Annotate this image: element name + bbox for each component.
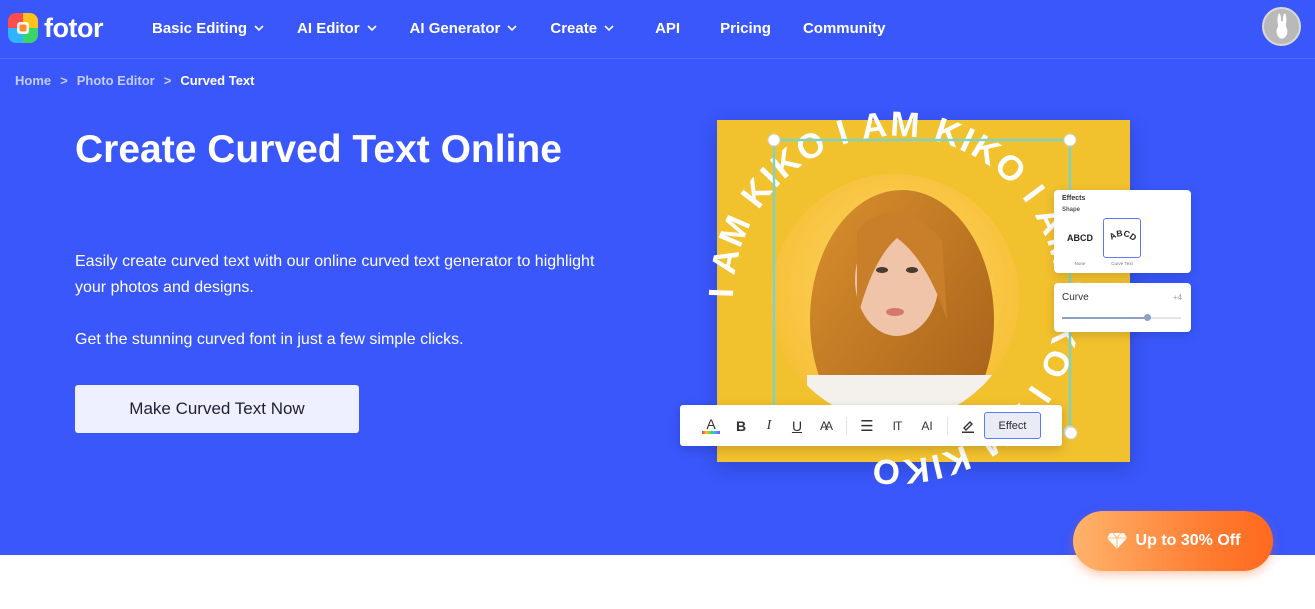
- resize-handle: [767, 133, 781, 147]
- nav-item-ai-editor[interactable]: AI Editor: [297, 20, 378, 37]
- curve-slider[interactable]: [1062, 314, 1181, 321]
- nav-item-ai-generator[interactable]: AI Generator: [410, 20, 519, 37]
- chevron-down-icon: [366, 25, 377, 32]
- ai-writer-button[interactable]: AI: [919, 415, 935, 437]
- effects-panel: Effects Shape ABCD ABCD None Curve Text: [1054, 190, 1191, 273]
- diamond-icon: [1106, 532, 1127, 549]
- discount-promo-button[interactable]: Up to 30% Off: [1073, 511, 1273, 571]
- fotor-logo-icon: [8, 13, 38, 43]
- fotor-logo[interactable]: fotor: [8, 12, 103, 44]
- curved-abcd-text: ABCD: [1108, 228, 1139, 243]
- align-button[interactable]: ☰: [859, 415, 875, 437]
- nav-item-api[interactable]: API: [655, 20, 680, 37]
- main-nav: Basic Editing AI Editor AI Generator Cre…: [152, 0, 917, 56]
- highlighter-icon: [962, 420, 974, 433]
- effects-panel-title: Effects: [1062, 195, 1086, 202]
- toolbar-divider: [846, 416, 847, 435]
- curve-panel: Curve +4: [1054, 283, 1191, 332]
- svg-text:ABCD: ABCD: [1108, 228, 1139, 243]
- shape-caption-none: None: [1074, 261, 1086, 266]
- resize-handle: [1063, 133, 1077, 147]
- breadcrumb-separator: >: [60, 73, 68, 88]
- hero-description: Easily create curved text with our onlin…: [75, 253, 595, 296]
- text-case-button[interactable]: AA: [816, 415, 834, 437]
- nav-item-basic-editing[interactable]: Basic Editing: [152, 20, 265, 37]
- effect-button[interactable]: Effect: [984, 412, 1041, 439]
- hero-section: fotor Basic Editing AI Editor AI Generat…: [0, 0, 1315, 555]
- shape-option-none[interactable]: ABCD: [1061, 218, 1099, 258]
- text-toolbar: A B I U AA ☰ IT AI Effect: [680, 405, 1062, 446]
- nav-label: AI Generator: [409, 19, 501, 37]
- hero-subdescription: Get the stunning curved font in just a f…: [75, 331, 464, 348]
- rabbit-avatar-icon: [1276, 13, 1288, 39]
- toolbar-divider: [947, 416, 948, 435]
- underline-button[interactable]: U: [790, 415, 804, 437]
- curve-value: +4: [1172, 293, 1182, 302]
- nav-label: Community: [802, 19, 886, 37]
- nav-label: Create: [550, 19, 598, 37]
- nav-label: Pricing: [720, 19, 771, 37]
- shape-caption-curve: Curve Text: [1111, 261, 1133, 266]
- nav-label: Basic Editing: [152, 19, 248, 37]
- breadcrumb-separator: >: [163, 73, 172, 88]
- curve-slider-fill: [1062, 317, 1148, 319]
- breadcrumb-current-page: Curved Text: [180, 73, 255, 88]
- shape-label: Shape: [1062, 207, 1081, 213]
- nav-label: AI Editor: [297, 19, 360, 37]
- text-color-swatch-icon: [702, 431, 720, 434]
- breadcrumb-home[interactable]: Home: [15, 73, 51, 88]
- breadcrumb: Home > Photo Editor > Curved Text: [15, 73, 254, 88]
- user-avatar[interactable]: [1262, 7, 1301, 46]
- nav-item-create[interactable]: Create: [550, 20, 615, 37]
- nav-item-pricing[interactable]: Pricing: [720, 20, 771, 37]
- nav-label: API: [655, 19, 681, 37]
- curve-label: Curve: [1062, 292, 1089, 303]
- nav-item-community[interactable]: Community: [803, 20, 886, 37]
- curved-abcd-icon: ABCD: [1108, 228, 1139, 243]
- curve-slider-handle[interactable]: [1144, 314, 1152, 321]
- chevron-down-icon: [604, 25, 614, 32]
- top-navigation-bar: fotor Basic Editing AI Editor AI Generat…: [0, 0, 1315, 59]
- bold-button[interactable]: B: [734, 415, 748, 437]
- text-color-button[interactable]: A: [702, 415, 720, 437]
- page-title: Create Curved Text Online: [75, 128, 562, 171]
- italic-button[interactable]: I: [762, 415, 776, 437]
- breadcrumb-photo-editor[interactable]: Photo Editor: [77, 73, 155, 88]
- highlight-button[interactable]: [960, 415, 976, 437]
- shape-option-curve[interactable]: ABCD: [1103, 218, 1141, 258]
- resize-handle: [1064, 426, 1078, 440]
- fotor-wordmark: fotor: [44, 13, 103, 43]
- chevron-down-icon: [507, 25, 517, 32]
- spacing-button[interactable]: IT: [889, 415, 905, 437]
- chevron-down-icon: [254, 25, 264, 32]
- make-curved-text-button[interactable]: Make Curved Text Now: [75, 385, 359, 433]
- text-color-glyph: A: [706, 416, 716, 432]
- promo-label: Up to 30% Off: [1135, 532, 1241, 549]
